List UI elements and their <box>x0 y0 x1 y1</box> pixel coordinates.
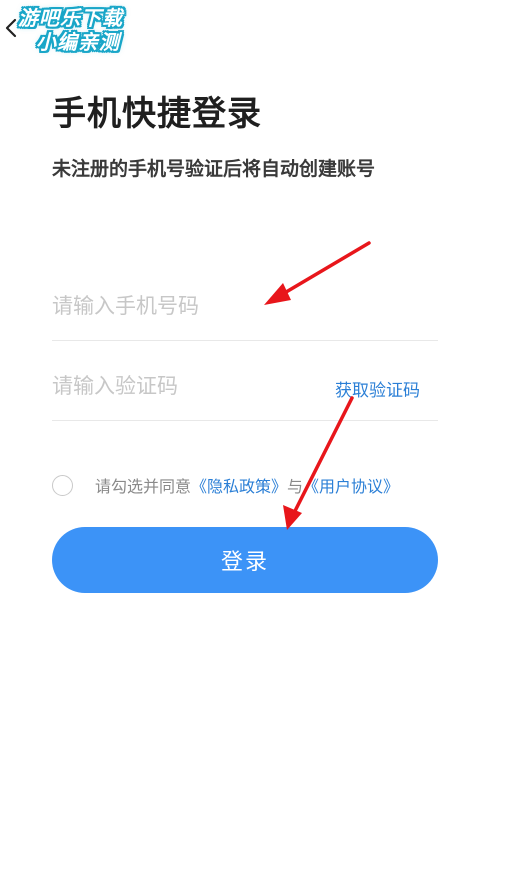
agreement-prefix: 请勾选并同意 <box>95 477 192 496</box>
privacy-policy-link[interactable]: 《隐私政策》 <box>191 473 287 497</box>
phone-field <box>52 280 438 341</box>
login-button[interactable]: 登录 <box>52 527 438 593</box>
get-code-button[interactable]: 获取验证码 <box>335 376 420 401</box>
watermark-line-1: 游吧乐下载 <box>18 6 123 30</box>
agreement-connector: 与 <box>287 477 304 496</box>
user-agreement-link[interactable]: 《用户协议》 <box>303 473 399 497</box>
watermark-line-2: 小编亲测 <box>36 30 120 54</box>
agree-checkbox[interactable] <box>52 474 73 496</box>
verification-code-input[interactable] <box>52 366 322 406</box>
page-subtitle: 未注册的手机号验证后将自动创建账号 <box>52 158 376 180</box>
watermark-logo: 游吧乐下载 小编亲测 <box>14 8 164 64</box>
phone-input[interactable] <box>52 286 322 326</box>
code-field: 获取验证码 <box>52 360 438 421</box>
login-page: 游吧乐下载 小编亲测 手机快捷登录 未注册的手机号验证后将自动创建账号 获取验证… <box>0 0 505 892</box>
agreement-row: 请勾选并同意 《隐私政策》 与 《用户协议》 <box>52 472 399 498</box>
page-title: 手机快捷登录 <box>52 94 262 134</box>
